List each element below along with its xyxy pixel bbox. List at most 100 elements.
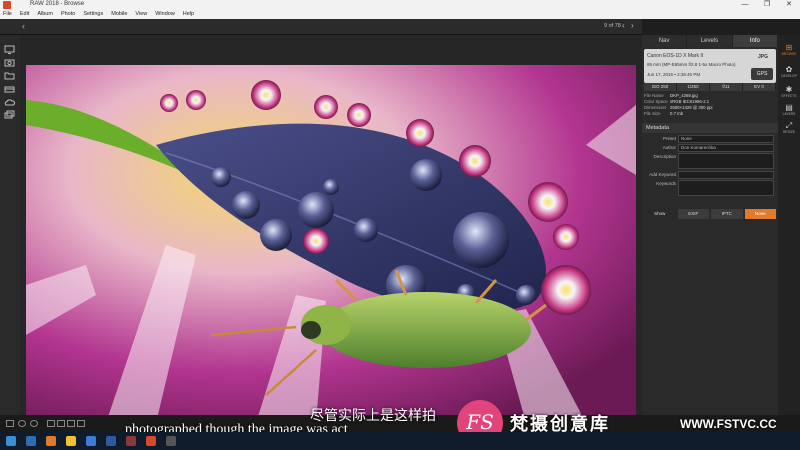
author-label: Author <box>662 145 676 150</box>
menu-file[interactable]: File <box>3 10 12 19</box>
lens-info: 85 mm (MP-E65mm f/2.8 1-5x Macro Photo) <box>647 62 736 67</box>
menu-view[interactable]: View <box>135 10 147 19</box>
watermark-url: WWW.FSTVC.CC <box>680 417 777 431</box>
tab-nav[interactable]: Nav <box>642 35 688 47</box>
preset-label: Preset <box>662 136 676 141</box>
folder-icon[interactable] <box>4 71 15 80</box>
module-resize[interactable]: ⤢ RESIZE <box>778 121 800 134</box>
camera-model: Canon EOS-1D X Mark II <box>647 53 704 59</box>
resize-icon: ⤢ <box>785 121 793 130</box>
show-iptc-button[interactable]: IPTC <box>711 209 743 219</box>
on1-icon[interactable] <box>146 436 156 446</box>
window-title: RAW 2018 - Browse <box>30 1 85 7</box>
start-icon[interactable] <box>6 436 16 446</box>
aperture-value: f/11 <box>710 83 743 91</box>
exif-card: Canon EOS-1D X Mark II 85 mm (MP-E65mm f… <box>644 49 776 83</box>
menu-settings[interactable]: Settings <box>83 10 103 19</box>
module-layers-label: LAYERS <box>782 112 796 116</box>
tab-levels[interactable]: Levels <box>687 35 733 47</box>
app-icon-2[interactable] <box>126 436 136 446</box>
exposure-row: ISO 250 1/250 f/11 EV 0 <box>644 83 776 91</box>
keywords-field[interactable] <box>678 180 774 196</box>
firefox-icon[interactable] <box>46 436 56 446</box>
file-info: File Name DKP_4269.jpg Color Space sRGB IE… <box>644 93 776 117</box>
info-panel: Nav Levels Info Canon EOS-1D X Mark II 8… <box>642 35 778 415</box>
menu-edit[interactable]: Edit <box>20 10 29 19</box>
file-size-value: 0.7 mb <box>670 111 684 116</box>
menu-album[interactable]: Album <box>37 10 53 19</box>
image-counter: 9 of 78 <box>604 23 621 29</box>
menu-help[interactable]: Help <box>183 10 194 19</box>
minimize-button[interactable]: — <box>734 0 756 10</box>
left-sidebar <box>0 35 20 415</box>
photoshop-icon[interactable] <box>106 436 116 446</box>
metadata-header[interactable]: Metadata <box>642 123 778 133</box>
author-field[interactable]: Don Komarechka <box>678 144 774 152</box>
module-browse-label: BROWSE <box>781 52 797 56</box>
back-button[interactable]: ‹ <box>22 21 25 31</box>
show-label: Show <box>654 211 666 216</box>
module-rail: ⊞ BROWSE ✿ DEVELOP ✱ EFFECTS ▤ LAYERS ⤢ … <box>778 35 800 415</box>
module-resize-label: RESIZE <box>783 130 795 134</box>
menu-window[interactable]: Window <box>155 10 175 19</box>
grid-view-icon[interactable] <box>47 420 55 427</box>
app-window: RAW 2018 - Browse — ❐ ✕ File Edit Album … <box>0 0 800 450</box>
cloud-icon[interactable] <box>4 97 15 106</box>
app-icon-1[interactable] <box>86 436 96 446</box>
tab-info[interactable]: Info <box>732 35 778 47</box>
description-field[interactable] <box>678 153 774 169</box>
module-browse[interactable]: ⊞ BROWSE <box>778 43 800 56</box>
next-image-button[interactable]: › <box>631 21 634 30</box>
detail-view-icon[interactable] <box>67 420 75 427</box>
module-develop[interactable]: ✿ DEVELOP <box>778 65 800 78</box>
panel-toggle-icon[interactable] <box>6 420 14 427</box>
camera-icon[interactable] <box>4 58 15 67</box>
add-keyword-field[interactable] <box>678 171 774 179</box>
menu-mobile[interactable]: Mobile <box>111 10 127 19</box>
module-develop-label: DEVELOP <box>781 74 797 78</box>
preset-select[interactable]: None <box>678 135 774 143</box>
filmstrip-view-icon[interactable] <box>77 420 85 427</box>
module-layers[interactable]: ▤ LAYERS <box>778 103 800 116</box>
albums-icon[interactable] <box>4 110 15 119</box>
ev-value: EV 0 <box>743 83 776 91</box>
browse-toolbar: ‹ 9 of 78 ‹ › <box>0 19 642 35</box>
gps-button[interactable]: GPS <box>751 68 773 80</box>
shutter-value: 1/250 <box>677 83 710 91</box>
module-effects[interactable]: ✱ EFFECTS <box>778 85 800 98</box>
close-button[interactable]: ✕ <box>778 0 800 10</box>
os-taskbar <box>0 432 800 450</box>
app-icon <box>3 1 11 9</box>
title-bar: RAW 2018 - Browse — ❐ ✕ <box>0 0 800 10</box>
metadata-form: Preset None Author Don Komarechka Descri… <box>644 135 776 198</box>
iso-value: ISO 250 <box>644 83 677 91</box>
keywords-label: Keywords <box>656 181 676 186</box>
maximize-button[interactable]: ❐ <box>756 0 778 10</box>
main-photo[interactable] <box>26 65 636 423</box>
file-format: JPG <box>757 54 768 60</box>
develop-icon: ✿ <box>785 65 793 74</box>
show-none-button[interactable]: None <box>744 209 776 219</box>
monitor-icon[interactable] <box>4 45 15 54</box>
metadata-show-bar: Show EXIF IPTC None <box>644 209 776 219</box>
gear-icon[interactable] <box>30 420 38 427</box>
menu-bar: File Edit Album Photo Settings Mobile Vi… <box>0 10 800 19</box>
panel-tabs: Nav Levels Info <box>642 35 778 47</box>
edge-icon[interactable] <box>26 436 36 446</box>
explorer-icon[interactable] <box>66 436 76 446</box>
menu-photo[interactable]: Photo <box>61 10 75 19</box>
capture-date: Jun 17, 2016 • 2:36:40 PM <box>647 72 701 77</box>
clock-icon[interactable] <box>18 420 26 427</box>
layers-icon: ▤ <box>785 103 793 112</box>
module-effects-label: EFFECTS <box>781 94 797 98</box>
app-icon-3[interactable] <box>166 436 176 446</box>
add-keyword-label: Add Keyword <box>649 172 676 177</box>
image-canvas[interactable] <box>20 35 642 423</box>
window-controls: — ❐ ✕ <box>734 0 800 10</box>
photo-image <box>26 65 636 423</box>
file-size-label: File Size <box>644 111 661 116</box>
previous-image-button[interactable]: ‹ <box>622 21 625 30</box>
drive-icon[interactable] <box>4 84 15 93</box>
list-view-icon[interactable] <box>57 420 65 427</box>
show-exif-button[interactable]: EXIF <box>677 209 709 219</box>
